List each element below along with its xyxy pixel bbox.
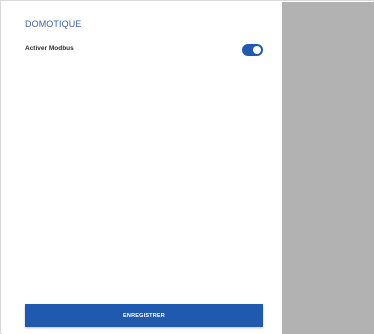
modbus-toggle[interactable] (242, 44, 263, 56)
screen: DOMOTIQUE Activer Modbus ENREGISTRER (0, 0, 374, 334)
save-button[interactable]: ENREGISTRER (25, 304, 263, 327)
gray-side-area (282, 2, 374, 334)
modbus-setting-row: Activer Modbus (25, 41, 263, 59)
toggle-knob (253, 46, 261, 54)
domotique-settings-panel: DOMOTIQUE Activer Modbus ENREGISTRER (2, 2, 282, 334)
section-title: DOMOTIQUE (25, 19, 82, 29)
modbus-toggle-label: Activer Modbus (25, 45, 74, 52)
